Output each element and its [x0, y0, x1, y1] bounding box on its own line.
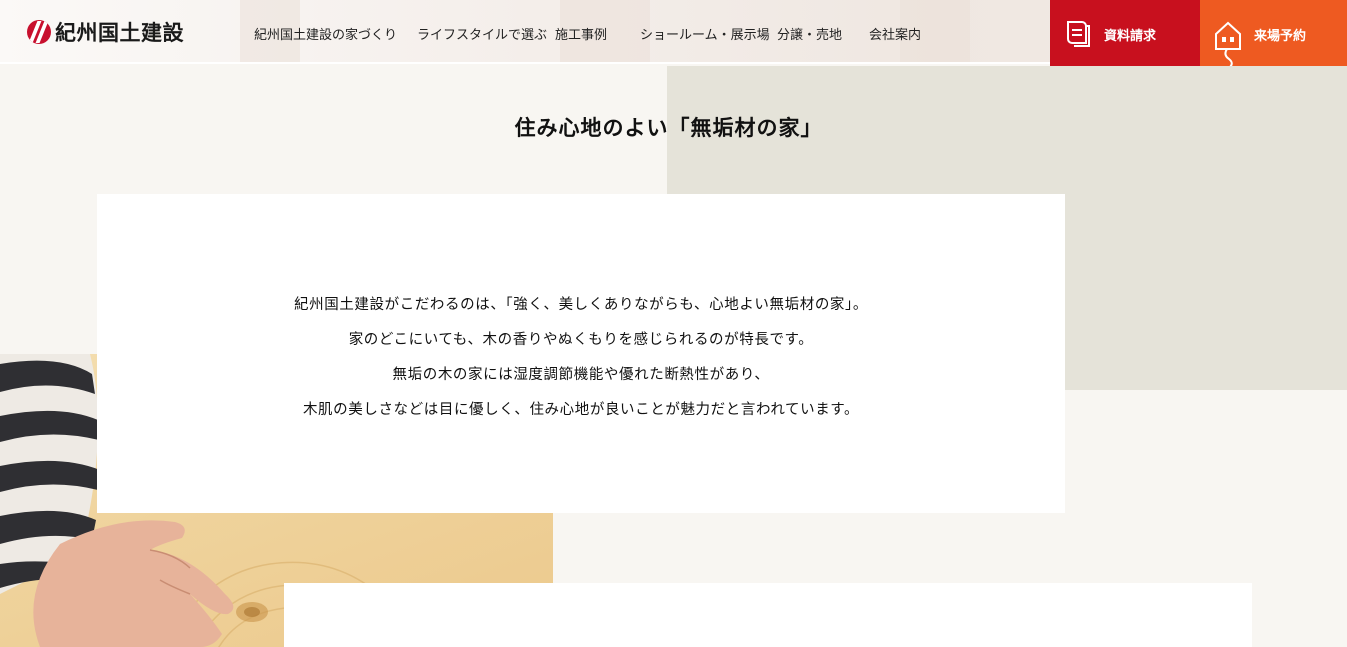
- logo-mark-icon: [27, 20, 51, 44]
- nav-item-company[interactable]: 会社案内: [869, 24, 921, 43]
- section-title: 住み心地のよい「無垢材の家」: [514, 116, 823, 140]
- nav-item-house-building[interactable]: 紀州国土建設の家づくり: [254, 24, 397, 43]
- intro-line: 家のどこにいても、木の香りやぬくもりを感じられるのが特長です。: [348, 332, 814, 348]
- next-section-card: [284, 583, 1252, 647]
- nav-item-showroom[interactable]: ショールーム・展示場: [640, 24, 770, 43]
- site-header: 紀州国土建設 紀州国土建設の家づくり ライフスタイルで選ぶ 施工事例 ショールー…: [0, 0, 1347, 66]
- nav-item-lifestyle[interactable]: ライフスタイルで選ぶ: [417, 24, 547, 43]
- intro-line: 無垢の木の家には湿度調節機能や優れた断熱性があり、: [392, 367, 770, 383]
- intro-line: 紀州国土建設がこだわるのは、「強く、美しくありながらも、心地よい無垢材の家」。: [294, 297, 868, 313]
- intro-line: 木肌の美しさなどは目に優しく、住み心地が良いことが魅力だと言われています。: [302, 402, 860, 418]
- visit-reservation-button[interactable]: 来場予約: [1200, 0, 1347, 66]
- nav-item-works[interactable]: 施工事例: [555, 24, 607, 43]
- nav-item-land-sales[interactable]: 分譲・売地: [777, 24, 842, 43]
- request-documents-button[interactable]: 資料請求: [1050, 0, 1200, 66]
- request-documents-label: 資料請求: [1104, 29, 1157, 44]
- site-logo[interactable]: 紀州国土建設: [27, 17, 184, 47]
- visit-reservation-label: 来場予約: [1254, 29, 1307, 44]
- intro-text: 紀州国土建設がこだわるのは、「強く、美しくありながらも、心地よい無垢材の家」。 …: [97, 288, 1065, 428]
- intro-card: 紀州国土建設がこだわるのは、「強く、美しくありながらも、心地よい無垢材の家」。 …: [97, 194, 1065, 513]
- brand-name: 紀州国土建設: [55, 21, 184, 45]
